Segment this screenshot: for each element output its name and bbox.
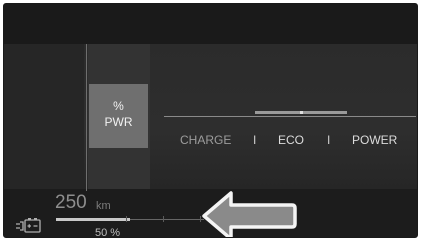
- battery-plug-icon: [16, 218, 41, 233]
- left-shade-panel: [4, 44, 84, 189]
- battery-scale-tick: [163, 216, 164, 222]
- mode-label-power: POWER: [352, 133, 398, 147]
- power-percent-symbol: %: [113, 99, 124, 113]
- battery-scale-tick: [200, 216, 201, 222]
- battery-percent: 50 %: [95, 227, 121, 238]
- mode-separator: I: [253, 133, 257, 147]
- power-scale-divider: [86, 44, 87, 191]
- power-scale-line: [164, 116, 416, 117]
- left-arrow-icon: [202, 191, 297, 237]
- mode-separator: I: [327, 133, 331, 147]
- power-needle-marker: [300, 111, 303, 114]
- range-value: 250: [55, 192, 87, 213]
- battery-scale-tick: [126, 216, 127, 222]
- power-percent-indicator: % PWR: [89, 84, 148, 148]
- instrument-cluster-display: % PWR CHARGE I ECO I POWER 250 km 50 %: [3, 3, 418, 238]
- mode-label-eco: ECO: [278, 133, 305, 147]
- display-top-band: [4, 4, 417, 44]
- power-label: PWR: [104, 115, 133, 129]
- range-unit: km: [96, 200, 111, 212]
- battery-level-fill: [56, 218, 130, 221]
- mode-label-charge: CHARGE: [180, 133, 232, 147]
